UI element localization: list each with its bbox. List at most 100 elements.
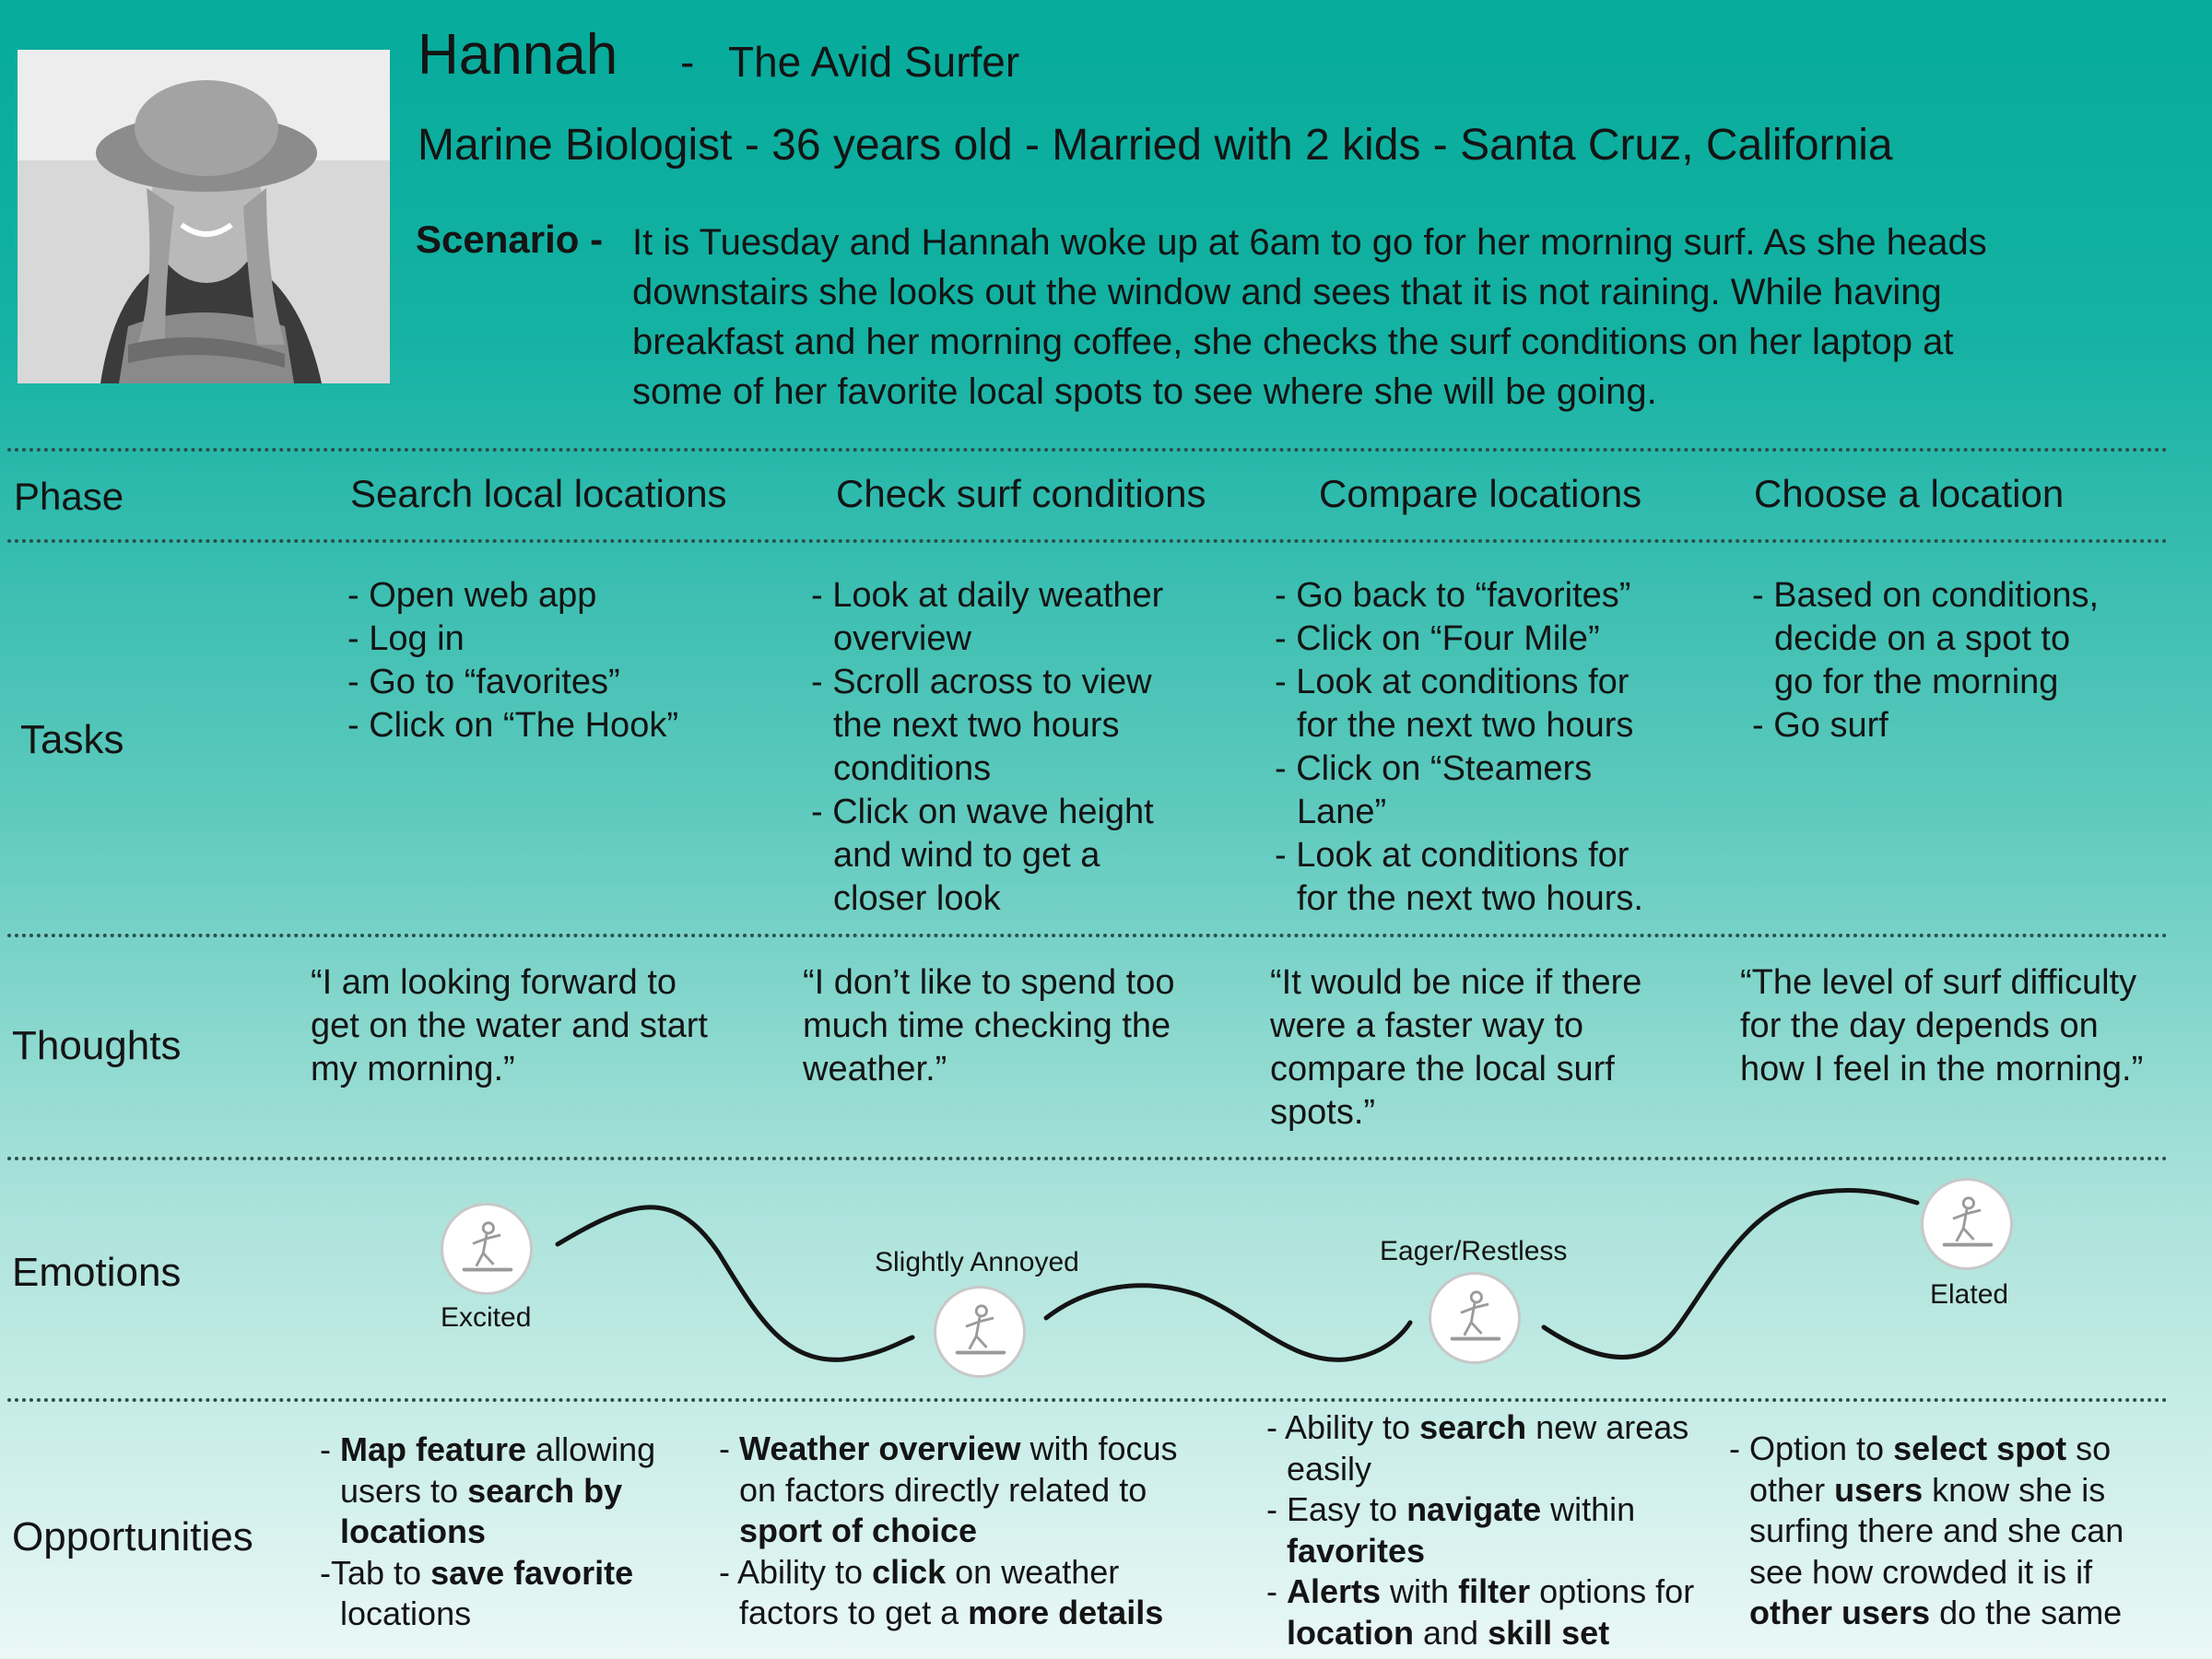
task-item: the next two hours bbox=[833, 706, 1120, 745]
thought-line: spots.” bbox=[1270, 1093, 1376, 1132]
task-item: - Based on conditions, bbox=[1752, 576, 2100, 615]
task-item: - Look at conditions for bbox=[1275, 663, 1630, 701]
emotion-curve bbox=[555, 1187, 1920, 1362]
tasks-column: - Look at daily weather overview - Scrol… bbox=[811, 574, 1163, 921]
surfer-icon bbox=[1921, 1178, 2013, 1270]
thought-line: “I am looking forward to bbox=[311, 963, 677, 1002]
opportunity-column: - Option to select spot so other users k… bbox=[1729, 1429, 2124, 1634]
task-item: Lane” bbox=[1297, 793, 1387, 831]
opportunity-line: location and skill set bbox=[1287, 1613, 1610, 1652]
divider bbox=[7, 934, 2169, 937]
persona-photo-illustration bbox=[18, 50, 390, 383]
opportunity-line: - Option to select spot so bbox=[1729, 1430, 2112, 1467]
task-item: and wind to get a bbox=[833, 836, 1100, 875]
opportunity-line: easily bbox=[1287, 1449, 1372, 1488]
opportunity-line: locations bbox=[340, 1594, 472, 1632]
surfer-icon bbox=[1429, 1272, 1521, 1364]
opportunity-line: see how crowded it is if bbox=[1749, 1552, 2093, 1591]
task-item: for the next two hours. bbox=[1297, 879, 1643, 918]
task-item: - Open web app bbox=[347, 576, 597, 615]
phase-header: Compare locations bbox=[1319, 472, 1642, 515]
thought-line: compare the local surf bbox=[1270, 1050, 1615, 1088]
scenario-text: It is Tuesday and Hannah woke up at 6am … bbox=[632, 218, 2190, 417]
persona-name: Hannah bbox=[418, 23, 618, 87]
opportunity-column: - Ability to search new areas easily - E… bbox=[1266, 1407, 1694, 1653]
opportunity-line: favorites bbox=[1287, 1531, 1426, 1570]
task-item: - Go surf bbox=[1752, 706, 1888, 745]
phase-header: Check surf conditions bbox=[836, 472, 1206, 515]
opportunity-line: - Ability to click on weather bbox=[719, 1552, 1120, 1591]
opportunity-line: sport of choice bbox=[739, 1512, 978, 1549]
tasks-column: - Go back to “favorites” - Click on “Fou… bbox=[1275, 574, 1643, 921]
thought-quote: “I don’t like to spend too much time che… bbox=[803, 961, 1174, 1091]
scenario-line: breakfast and her morning coffee, she ch… bbox=[632, 322, 1954, 362]
scenario-line: downstairs she looks out the window and … bbox=[632, 272, 1942, 312]
thought-line: get on the water and start bbox=[311, 1006, 708, 1045]
phase-row-label: Phase bbox=[14, 475, 124, 518]
task-item: overview bbox=[833, 619, 971, 658]
opportunity-line: -Tab to save favorite bbox=[320, 1553, 634, 1592]
emotion-label: Eager/Restless bbox=[1380, 1236, 1568, 1266]
task-item: - Scroll across to view bbox=[811, 663, 1152, 701]
thought-line: much time checking the bbox=[803, 1006, 1171, 1045]
opportunity-line: - Easy to navigate within bbox=[1266, 1490, 1636, 1528]
title-separator: - bbox=[680, 38, 695, 86]
opportunity-line: - Weather overview with focus bbox=[719, 1430, 1178, 1467]
opportunity-line: users to search by bbox=[340, 1471, 623, 1510]
task-item: - Click on wave height bbox=[811, 793, 1154, 831]
scenario-line: some of her favorite local spots to see … bbox=[632, 371, 1657, 412]
opportunity-line: on factors directly related to bbox=[739, 1470, 1147, 1509]
thought-line: weather.” bbox=[803, 1050, 947, 1088]
thought-line: “The level of surf difficulty bbox=[1740, 963, 2137, 1002]
persona-photo bbox=[18, 50, 390, 383]
task-item: - Go to “favorites” bbox=[347, 663, 620, 701]
divider bbox=[7, 448, 2169, 452]
emotion-label: Excited bbox=[441, 1302, 532, 1333]
scenario-label: Scenario - bbox=[416, 218, 604, 261]
opportunity-column: - Weather overview with focus on factors… bbox=[719, 1429, 1178, 1634]
task-item: for the next two hours bbox=[1297, 706, 1634, 745]
opportunity-line: factors to get a more details bbox=[739, 1594, 1164, 1631]
persona-tagline: The Avid Surfer bbox=[728, 38, 1020, 86]
thought-line: how I feel in the morning.” bbox=[1740, 1050, 2144, 1088]
tasks-column: - Based on conditions, decide on a spot … bbox=[1752, 574, 2099, 747]
thought-quote: “The level of surf difficulty for the da… bbox=[1740, 961, 2143, 1091]
opportunity-line: other users know she is bbox=[1749, 1470, 2106, 1509]
task-item: - Look at conditions for bbox=[1275, 836, 1630, 875]
opportunity-line: - Ability to search new areas bbox=[1266, 1408, 1689, 1446]
thoughts-row-label: Thoughts bbox=[12, 1023, 182, 1068]
tasks-row-label: Tasks bbox=[20, 717, 124, 762]
task-item: - Click on “Steamers bbox=[1275, 749, 1593, 788]
thought-quote: “It would be nice if there were a faster… bbox=[1270, 961, 1641, 1135]
phase-header: Search local locations bbox=[350, 472, 727, 515]
opportunity-column: - Map feature allowing users to search b… bbox=[320, 1430, 655, 1635]
divider bbox=[7, 1157, 2169, 1160]
surfer-icon bbox=[934, 1286, 1026, 1378]
opportunities-row-label: Opportunities bbox=[12, 1514, 253, 1559]
scenario-line: It is Tuesday and Hannah woke up at 6am … bbox=[632, 222, 1987, 263]
opportunity-line: - Map feature allowing bbox=[320, 1430, 656, 1468]
thought-quote: “I am looking forward to get on the wate… bbox=[311, 961, 708, 1091]
divider bbox=[7, 539, 2169, 543]
surfer-icon bbox=[441, 1203, 533, 1295]
tasks-column: - Open web app - Log in - Go to “favorit… bbox=[347, 574, 678, 747]
opportunity-line: - Alerts with filter options for bbox=[1266, 1572, 1695, 1610]
opportunity-line: other users do the same bbox=[1749, 1594, 2123, 1631]
task-item: - Look at daily weather bbox=[811, 576, 1164, 615]
persona-bio: Marine Biologist - 36 years old - Marrie… bbox=[418, 121, 1893, 170]
opportunity-line: surfing there and she can bbox=[1749, 1512, 2124, 1549]
thought-line: “It would be nice if there bbox=[1270, 963, 1642, 1002]
emotion-label: Slightly Annoyed bbox=[875, 1247, 1079, 1277]
task-item: closer look bbox=[833, 879, 1001, 918]
task-item: - Go back to “favorites” bbox=[1275, 576, 1631, 615]
task-item: - Click on “The Hook” bbox=[347, 706, 678, 745]
opportunity-line: locations bbox=[340, 1512, 487, 1550]
task-item: - Click on “Four Mile” bbox=[1275, 619, 1600, 658]
emotion-label: Elated bbox=[1930, 1279, 2009, 1310]
thought-line: “I don’t like to spend too bbox=[803, 963, 1175, 1002]
task-item: - Log in bbox=[347, 619, 465, 658]
task-item: decide on a spot to bbox=[1774, 619, 2071, 658]
thought-line: my morning.” bbox=[311, 1050, 515, 1088]
thought-line: were a faster way to bbox=[1270, 1006, 1584, 1045]
task-item: conditions bbox=[833, 749, 992, 788]
